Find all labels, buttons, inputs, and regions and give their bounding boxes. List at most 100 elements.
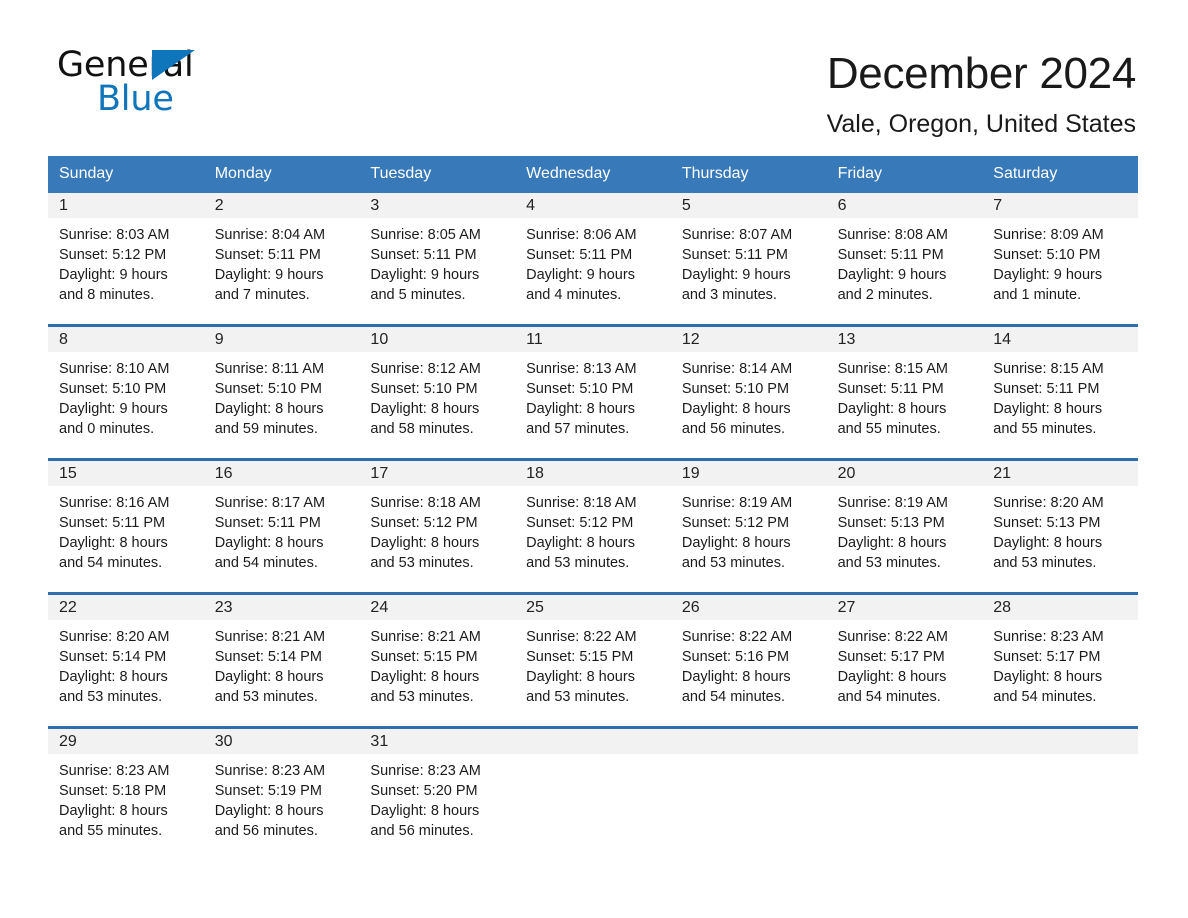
day-cell[interactable]: 17 Sunrise: 8:18 AM Sunset: 5:12 PM Dayl… [359,461,516,579]
day-cell[interactable]: 21 Sunrise: 8:20 AM Sunset: 5:13 PM Dayl… [982,461,1138,579]
day-cell[interactable]: 29 Sunrise: 8:23 AM Sunset: 5:18 PM Dayl… [48,729,204,847]
daylight-text-line2: and 8 minutes. [59,287,155,303]
day-cell[interactable]: 6 Sunrise: 8:08 AM Sunset: 5:11 PM Dayli… [826,193,983,311]
day-cell[interactable]: 18 Sunrise: 8:18 AM Sunset: 5:12 PM Dayl… [515,461,671,579]
day-details: Sunrise: 8:17 AM Sunset: 5:11 PM Dayligh… [204,486,360,573]
daylight-text-line2: and 53 minutes. [681,555,786,571]
day-details: Sunrise: 8:22 AM Sunset: 5:15 PM Dayligh… [515,620,671,707]
day-cell[interactable]: 16 Sunrise: 8:17 AM Sunset: 5:11 PM Dayl… [203,461,360,579]
sunrise-text: Sunrise: 8:22 AM [681,629,793,645]
sunset-text: Sunset: 5:19 PM [214,783,322,799]
daylight-text-line2: and 55 minutes. [993,421,1097,437]
day-cell[interactable]: 14 Sunrise: 8:15 AM Sunset: 5:11 PM Dayl… [982,327,1138,445]
day-details: Sunrise: 8:19 AM Sunset: 5:13 PM Dayligh… [827,486,983,573]
day-cell[interactable]: 12 Sunrise: 8:14 AM Sunset: 5:10 PM Dayl… [670,327,827,445]
day-cell[interactable]: 30 Sunrise: 8:23 AM Sunset: 5:19 PM Dayl… [203,729,360,847]
day-number: 24 [370,599,389,616]
sunset-text: Sunset: 5:14 PM [214,649,322,665]
day-cell[interactable]: 11 Sunrise: 8:13 AM Sunset: 5:10 PM Dayl… [515,327,671,445]
day-cell[interactable]: 7 Sunrise: 8:09 AM Sunset: 5:10 PM Dayli… [982,193,1138,311]
sunrise-text: Sunrise: 8:20 AM [993,495,1104,511]
day-number-band [670,729,827,754]
day-number: 11 [526,331,543,348]
day-number-band: 31 [359,729,516,754]
day-details [982,754,1138,761]
day-number-band: 17 [359,461,516,486]
day-cell[interactable]: 3 Sunrise: 8:05 AM Sunset: 5:11 PM Dayli… [359,193,516,311]
day-cell[interactable]: 2 Sunrise: 8:04 AM Sunset: 5:11 PM Dayli… [203,193,360,311]
sunset-text: Sunset: 5:11 PM [837,381,944,397]
day-number: 4 [526,197,536,214]
day-details: Sunrise: 8:22 AM Sunset: 5:16 PM Dayligh… [671,620,827,707]
day-number-band: 25 [515,595,671,620]
day-header-tuesday: Tuesday [370,165,432,182]
daylight-text-line1: Daylight: 8 hours [59,803,168,819]
day-cell[interactable]: 10 Sunrise: 8:12 AM Sunset: 5:10 PM Dayl… [359,327,516,445]
day-cell[interactable]: 8 Sunrise: 8:10 AM Sunset: 5:10 PM Dayli… [48,327,204,445]
day-cell[interactable]: 23 Sunrise: 8:21 AM Sunset: 5:14 PM Dayl… [203,595,360,713]
daylight-text-line2: and 4 minutes. [526,287,622,303]
sunrise-text: Sunrise: 8:18 AM [526,495,637,511]
sunset-text: Sunset: 5:12 PM [526,515,634,531]
daylight-text-line2: and 54 minutes. [59,555,163,571]
day-details: Sunrise: 8:10 AM Sunset: 5:10 PM Dayligh… [48,352,204,439]
sunrise-text: Sunrise: 8:15 AM [993,361,1104,377]
day-number-band: 14 [982,327,1138,352]
sunrise-text: Sunrise: 8:20 AM [59,629,170,645]
day-number: 14 [993,331,1012,348]
day-number: 9 [214,331,224,348]
day-cell[interactable]: 27 Sunrise: 8:22 AM Sunset: 5:17 PM Dayl… [826,595,983,713]
sunrise-text: Sunrise: 8:04 AM [214,227,326,243]
day-number: 20 [837,465,856,482]
day-details: Sunrise: 8:18 AM Sunset: 5:12 PM Dayligh… [515,486,671,573]
day-cell[interactable]: 31 Sunrise: 8:23 AM Sunset: 5:20 PM Dayl… [359,729,516,847]
sunrise-text: Sunrise: 8:16 AM [59,495,170,511]
day-cell[interactable]: 19 Sunrise: 8:19 AM Sunset: 5:12 PM Dayl… [670,461,827,579]
day-cell[interactable]: 24 Sunrise: 8:21 AM Sunset: 5:15 PM Dayl… [359,595,516,713]
day-cell[interactable]: 9 Sunrise: 8:11 AM Sunset: 5:10 PM Dayli… [203,327,360,445]
day-cell[interactable]: 26 Sunrise: 8:22 AM Sunset: 5:16 PM Dayl… [670,595,827,713]
day-number-band: 18 [515,461,671,486]
sunset-text: Sunset: 5:11 PM [370,247,477,263]
daylight-text-line2: and 56 minutes. [214,823,318,839]
daylight-text-line2: and 54 minutes. [214,555,318,571]
daylight-text-line1: Daylight: 9 hours [214,267,324,283]
day-cell[interactable]: 15 Sunrise: 8:16 AM Sunset: 5:11 PM Dayl… [48,461,204,579]
sunset-text: Sunset: 5:15 PM [370,649,478,665]
day-number: 26 [681,599,700,616]
daylight-text-line2: and 53 minutes. [837,555,941,571]
day-number: 13 [837,331,856,348]
day-number-band: 7 [982,193,1138,218]
daylight-text-line1: Daylight: 8 hours [837,669,947,685]
day-number-band: 15 [48,461,204,486]
sunset-text: Sunset: 5:13 PM [837,515,945,531]
day-cell[interactable]: 28 Sunrise: 8:23 AM Sunset: 5:17 PM Dayl… [982,595,1138,713]
day-details: Sunrise: 8:03 AM Sunset: 5:12 PM Dayligh… [48,218,204,305]
day-details: Sunrise: 8:22 AM Sunset: 5:17 PM Dayligh… [827,620,983,707]
logo-triangle-icon [152,50,195,80]
day-cell[interactable]: 22 Sunrise: 8:20 AM Sunset: 5:14 PM Dayl… [48,595,204,713]
sunset-text: Sunset: 5:10 PM [526,381,634,397]
day-cell[interactable]: 25 Sunrise: 8:22 AM Sunset: 5:15 PM Dayl… [515,595,671,713]
day-of-week-header-row: Sunday Monday Tuesday Wednesday Thursday… [48,156,1138,193]
day-cell[interactable]: 4 Sunrise: 8:06 AM Sunset: 5:11 PM Dayli… [515,193,671,311]
day-cell[interactable]: 5 Sunrise: 8:07 AM Sunset: 5:11 PM Dayli… [670,193,827,311]
page-title: December 2024 [826,49,1136,98]
sunrise-text: Sunrise: 8:14 AM [681,361,793,377]
day-number: 10 [370,331,389,348]
day-number-band: 16 [203,461,360,486]
generalblue-logo[interactable]: General Blue [57,46,217,124]
day-header-saturday: Saturday [993,165,1058,182]
daylight-text-line2: and 53 minutes. [370,555,474,571]
day-cell[interactable]: 20 Sunrise: 8:19 AM Sunset: 5:13 PM Dayl… [826,461,983,579]
daylight-text-line2: and 56 minutes. [370,823,474,839]
day-cell[interactable]: 1 Sunrise: 8:03 AM Sunset: 5:12 PM Dayli… [48,193,204,311]
location-subtitle: Vale, Oregon, United States [826,110,1136,138]
day-details: Sunrise: 8:04 AM Sunset: 5:11 PM Dayligh… [204,218,360,305]
day-number: 5 [681,197,691,214]
day-details: Sunrise: 8:21 AM Sunset: 5:15 PM Dayligh… [359,620,515,707]
day-details: Sunrise: 8:14 AM Sunset: 5:10 PM Dayligh… [671,352,827,439]
sunrise-text: Sunrise: 8:21 AM [370,629,481,645]
daylight-text-line1: Daylight: 9 hours [370,267,480,283]
day-cell[interactable]: 13 Sunrise: 8:15 AM Sunset: 5:11 PM Dayl… [826,327,983,445]
